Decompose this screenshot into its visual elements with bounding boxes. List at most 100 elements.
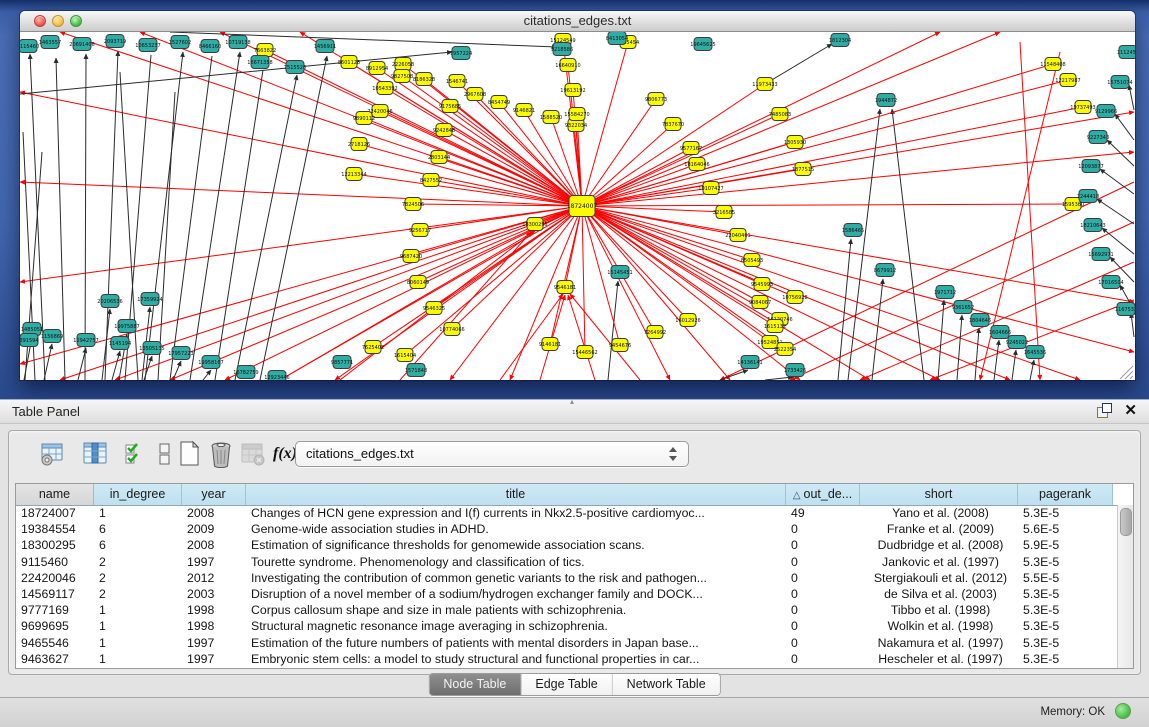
graph-node[interactable]: 15584270 [564,108,589,121]
cell-pagerank[interactable]: 5.3E-5 [1018,651,1113,667]
graph-node[interactable]: 15692971 [1088,248,1113,261]
graph-edge[interactable] [957,315,962,380]
cell-name[interactable]: 22420046 [16,570,94,586]
graph-node[interactable]: 10774066 [439,323,464,336]
network-view-window[interactable]: citations_edges.txt 18724007860112889129… [20,11,1135,380]
graph-edge[interactable] [1020,42,1040,380]
graph-node[interactable]: 1546741 [446,75,468,88]
float-window-icon[interactable] [1097,403,1112,418]
cell-short[interactable]: Jankovic et al. (1997) [860,554,1018,570]
table-row[interactable]: 1938455462009Genome-wide association stu… [16,521,1118,537]
graph-node[interactable]: 18724007 [567,196,598,217]
table-gear-icon[interactable] [39,440,67,468]
graph-node[interactable]: 11973433 [752,78,777,91]
graph-edge[interactable] [582,42,628,206]
graph-node[interactable]: 1456911 [314,40,336,53]
table-column-icon[interactable] [81,440,109,468]
graph-node[interactable]: 12093877 [1078,160,1103,173]
table-row[interactable]: 977716911998Corpus callosum shape and si… [16,602,1118,618]
graph-edge[interactable] [570,294,640,380]
graph-edge[interactable] [582,204,1073,206]
graph-node[interactable]: 20206536 [97,295,122,308]
graph-edge[interactable] [582,164,697,206]
graph-edge[interactable] [144,356,152,380]
graph-node[interactable]: 1145194 [109,337,131,350]
graph-edge[interactable] [582,206,1134,302]
cell-out_de[interactable]: 0 [786,537,860,553]
cell-year[interactable]: 1998 [182,618,246,634]
tab-node-table[interactable]: Node Table [429,674,520,695]
cell-pagerank[interactable]: 5.5E-5 [1018,570,1113,586]
graph-node[interactable]: 9175685 [439,100,461,113]
cell-title[interactable]: Tourette syndrome. Phenomenology and cla… [246,554,786,570]
graph-node[interactable]: 9218586 [551,43,573,56]
cell-in_degree[interactable]: 1 [94,505,182,521]
graph-node[interactable]: 8505493 [741,254,763,267]
graph-node[interactable]: 9687420 [400,250,422,263]
graph-node[interactable]: 7957224 [450,47,472,60]
graph-node[interactable]: 20691406 [69,38,94,51]
graph-node[interactable]: 7837670 [662,118,684,131]
graph-node[interactable]: 8679912 [874,264,896,277]
graph-node[interactable]: 1615404 [394,349,416,362]
splitter-handle[interactable]: ▴ [570,399,582,405]
graph-edge[interactable] [260,56,327,380]
graph-edge[interactable] [235,75,297,380]
cell-short[interactable]: Hescheler et al. (1997) [860,651,1018,667]
graph-node[interactable]: 9129966 [1095,105,1117,118]
cell-in_degree[interactable]: 2 [94,586,182,602]
graph-edge[interactable] [20,206,582,282]
graph-node[interactable]: 1588520 [540,111,562,124]
cell-year[interactable]: 1998 [182,602,246,618]
graph-edge[interactable] [582,152,1134,206]
graph-node[interactable]: 391594 [20,334,39,347]
cell-name[interactable]: 19384554 [16,521,94,537]
graph-edge[interactable] [158,92,175,380]
cell-out_de[interactable]: 0 [786,521,860,537]
graph-node[interactable]: 1571848 [405,364,427,377]
graph-node[interactable]: 1527602 [169,36,191,49]
graph-edge[interactable] [1012,350,1016,380]
graph-node[interactable]: 2093719 [104,35,126,48]
cell-pagerank[interactable]: 5.3E-5 [1018,554,1113,570]
graph-node[interactable]: 7824506 [402,198,424,211]
cell-out_de[interactable]: 0 [786,586,860,602]
graph-node[interactable]: 19613192 [560,84,585,97]
graph-node[interactable]: 7625402 [362,341,384,354]
graph-node[interactable]: 8601128 [338,56,360,69]
graph-node[interactable]: 7663822 [254,44,276,57]
graph-edge[interactable] [44,344,52,380]
graph-node[interactable]: 9242848 [433,124,455,137]
cell-out_de[interactable]: 0 [786,635,860,651]
table-row[interactable]: 1872400712008Changes of HCN gene express… [16,505,1118,521]
cell-short[interactable]: de Silva et al. (2003) [860,586,1018,602]
graph-node[interactable]: 16640910 [555,59,580,72]
column-header-name[interactable]: name [16,484,94,505]
column-header-out_de[interactable]: △out_de... [786,484,860,505]
graph-edge[interactable] [1107,140,1134,166]
vertical-scrollbar[interactable] [1117,505,1133,668]
graph-node[interactable]: 8060149 [407,276,429,289]
graph-node[interactable]: 12213344 [341,168,366,181]
graph-node[interactable]: 10719138 [225,36,250,49]
cell-title[interactable]: Genome-wide association studies in ADHD. [246,521,786,537]
cell-year[interactable]: 2008 [182,537,246,553]
graph-edge[interactable] [60,32,582,206]
cell-short[interactable]: Nakamura et al. (1997) [860,635,1018,651]
graph-node[interactable]: 1244418 [1077,190,1099,203]
memory-status-icon[interactable] [1115,703,1131,719]
graph-node[interactable]: 1877515 [792,163,814,176]
graph-node[interactable]: 8466160 [199,40,221,53]
graph-node[interactable]: 15751074 [1107,76,1132,89]
cell-pagerank[interactable]: 5.6E-5 [1018,521,1113,537]
graph-node[interactable]: 2967608 [464,88,486,101]
network-window-titlebar[interactable]: citations_edges.txt [20,11,1135,32]
cell-title[interactable]: Corpus callosum shape and size in male p… [246,602,786,618]
cell-name[interactable]: 9115460 [16,554,94,570]
table-select-combo[interactable]: citations_edges.txt [295,441,689,467]
graph-node[interactable]: 16012926 [675,314,700,327]
cell-pagerank[interactable]: 5.3E-5 [1018,618,1113,634]
cell-short[interactable]: Tibbo et al. (1998) [860,602,1018,618]
graph-edge[interactable] [582,206,585,352]
graph-edge[interactable] [112,351,120,380]
